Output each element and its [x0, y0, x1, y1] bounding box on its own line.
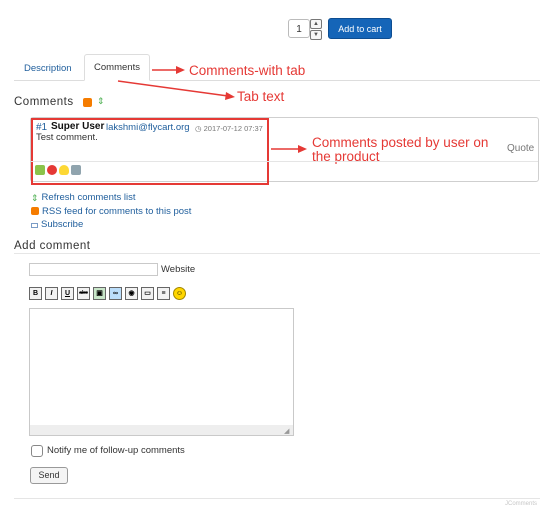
tab-text-arrow-head: [225, 92, 235, 100]
hide-button[interactable]: ◉: [125, 287, 138, 300]
notify-label: Notify me of follow-up comments: [47, 445, 185, 456]
comment-separator: [31, 161, 538, 162]
image-button[interactable]: ▣: [93, 287, 106, 300]
add-comment-divider: [14, 253, 540, 254]
comment-date-text: 2017-07-12 07:37: [203, 124, 263, 133]
comment-text: Test comment.: [36, 132, 98, 143]
quote-button[interactable]: ▭: [141, 287, 154, 300]
image-icon: ▣: [96, 290, 103, 297]
link-button[interactable]: ∞: [109, 287, 122, 300]
website-input[interactable]: [29, 263, 158, 276]
comments-heading: Comments: [14, 96, 74, 108]
refresh-icon: ⇕: [31, 193, 39, 203]
subscribe-link[interactable]: Subscribe: [31, 219, 83, 230]
smiley-button[interactable]: ☺: [173, 287, 186, 300]
annotation-tab-text: Tab text: [237, 89, 285, 104]
quote-icon: ▭: [144, 290, 151, 297]
smiley-icon: ☺: [175, 290, 184, 297]
italic-button[interactable]: I: [45, 287, 58, 300]
footer-divider: [14, 498, 540, 499]
rss-icon[interactable]: [83, 98, 92, 107]
strikethrough-button[interactable]: abc: [77, 287, 90, 300]
subscribe-label: Subscribe: [41, 219, 84, 230]
tab-arrow-head: [176, 66, 185, 74]
rss-feed-link[interactable]: RSS feed for comments to this post: [31, 206, 191, 217]
comment-textarea[interactable]: [29, 308, 294, 436]
lightbulb-icon[interactable]: [59, 165, 69, 175]
underline-button[interactable]: U: [61, 287, 74, 300]
list-icon: ≡: [161, 290, 166, 297]
users-icon[interactable]: [71, 165, 81, 175]
add-comment-heading: Add comment: [14, 240, 91, 252]
refresh-comments-link[interactable]: ⇕ Refresh comments list: [31, 192, 136, 203]
quote-link[interactable]: Quote: [507, 143, 534, 154]
send-button[interactable]: Send: [30, 467, 68, 484]
website-label: Website: [161, 264, 196, 275]
bold-button[interactable]: B: [29, 287, 42, 300]
delete-icon[interactable]: [47, 165, 57, 175]
resize-grip-icon[interactable]: ◢: [284, 427, 289, 435]
refresh-icon[interactable]: ⇕: [97, 96, 105, 107]
notify-checkbox[interactable]: [31, 445, 43, 457]
textarea-resize-bar: [30, 425, 293, 435]
rss-feed-label: RSS feed for comments to this post: [42, 206, 192, 217]
refresh-comments-label: Refresh comments list: [41, 192, 136, 203]
mail-icon: [31, 223, 38, 228]
comment-author: Super User: [51, 121, 105, 132]
list-button[interactable]: ≡: [157, 287, 170, 300]
tab-text-arrow-line: [117, 80, 229, 97]
eye-icon: ◉: [128, 290, 135, 297]
editor-toolbar: B I U abc ▣ ∞ ◉ ▭ ≡ ☺: [29, 287, 186, 300]
comment-email[interactable]: lakshmi@flycart.org: [106, 122, 190, 133]
jcomments-credit[interactable]: JComments: [505, 501, 537, 507]
edit-icon[interactable]: [35, 165, 45, 175]
link-icon: ∞: [113, 290, 118, 297]
comment-date: ◷ 2017-07-12 07:37: [195, 124, 263, 133]
annotation-tab: Comments-with tab: [189, 63, 306, 78]
comment-actions: [35, 165, 81, 175]
rss-icon: [31, 207, 39, 215]
clock-icon: ◷: [195, 124, 202, 133]
